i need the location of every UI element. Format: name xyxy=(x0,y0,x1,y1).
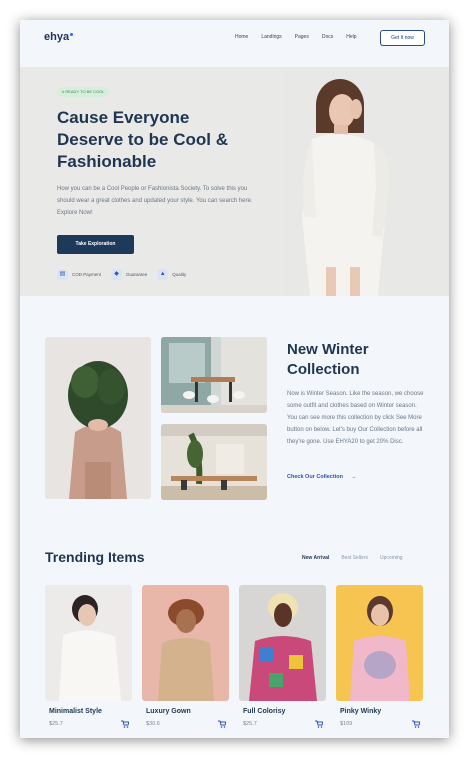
product-price: $109 xyxy=(340,721,353,727)
collection-description: Now is Winter Season. Like the season, w… xyxy=(287,391,424,445)
feature-quality: ▲ Quality xyxy=(157,269,186,280)
hero-model-image xyxy=(282,67,449,296)
collection-image-interior xyxy=(161,424,267,500)
product-price: $25.7 xyxy=(49,721,63,727)
ready-badge: # READY TO BE COOL xyxy=(57,87,110,97)
logo[interactable]: ehya xyxy=(44,31,74,43)
tab-best-sellers[interactable]: Best Sellers xyxy=(341,555,368,561)
product-card[interactable]: Pinky Winky $109 xyxy=(336,585,423,728)
product-card[interactable]: Minimalist Style $25.7 xyxy=(45,585,132,728)
product-card[interactable]: Luxury Gown $30.6 xyxy=(142,585,229,728)
cart-icon[interactable] xyxy=(315,720,323,728)
product-price: $30.6 xyxy=(146,721,160,727)
get-it-now-button[interactable]: Get It now xyxy=(380,30,425,46)
product-image xyxy=(239,585,326,701)
hero-section: # READY TO BE COOL Cause Everyone Deserv… xyxy=(20,67,449,296)
feature-cod-payment: ▤ COD Payment xyxy=(57,269,101,280)
nav-link-help[interactable]: Help xyxy=(346,34,356,40)
nav-link-docs[interactable]: Docs xyxy=(322,34,333,40)
collection-title: New Winter Collection xyxy=(287,341,369,378)
shield-icon: ◆ xyxy=(111,269,123,280)
nav-link-home[interactable]: Home xyxy=(235,34,248,40)
hero-features: ▤ COD Payment ◆ Guarantee ▲ Quality xyxy=(57,269,196,280)
page-frame: ehya Home Landings Pages Docs Help Get I… xyxy=(20,20,449,738)
hero-title: Cause Everyone Deserve to be Cool & Fash… xyxy=(57,108,228,171)
feature-guarantee: ◆ Guarantee xyxy=(111,269,147,280)
nav-link-landings[interactable]: Landings xyxy=(261,34,281,40)
product-name: Full Colorisy xyxy=(243,708,286,715)
take-exploration-button[interactable]: Take Exploration xyxy=(57,235,134,254)
tab-new-arrival[interactable]: New Arrival xyxy=(302,555,329,561)
nav-link-pages[interactable]: Pages xyxy=(295,34,309,40)
collection-image-plant xyxy=(45,337,151,499)
check-collection-link[interactable]: Check Our Collection → xyxy=(287,474,356,480)
trending-title: Trending Items xyxy=(45,549,145,565)
product-card[interactable]: Full Colorisy $25.7 xyxy=(239,585,326,728)
product-name: Pinky Winky xyxy=(340,708,382,715)
nav-links: Home Landings Pages Docs Help xyxy=(235,34,370,40)
product-image xyxy=(142,585,229,701)
cart-icon[interactable] xyxy=(412,720,420,728)
cart-icon: ▤ xyxy=(57,269,68,280)
thumbs-up-icon: ▲ xyxy=(157,269,169,280)
arrow-right-icon: → xyxy=(350,474,357,480)
collection-image-cafe xyxy=(161,337,267,413)
tab-upcoming[interactable]: Upcoming xyxy=(380,555,403,561)
top-navigation: ehya Home Landings Pages Docs Help Get I… xyxy=(20,20,449,58)
product-name: Minimalist Style xyxy=(49,708,102,715)
cart-icon[interactable] xyxy=(121,720,129,728)
hero-description: How you can be a Cool People or Fashioni… xyxy=(57,186,253,216)
product-image xyxy=(336,585,423,701)
cart-icon[interactable] xyxy=(218,720,226,728)
product-image xyxy=(45,585,132,701)
trending-tabs: New Arrival Best Sellers Upcoming xyxy=(302,555,415,561)
product-price: $25.7 xyxy=(243,721,257,727)
product-name: Luxury Gown xyxy=(146,708,191,715)
